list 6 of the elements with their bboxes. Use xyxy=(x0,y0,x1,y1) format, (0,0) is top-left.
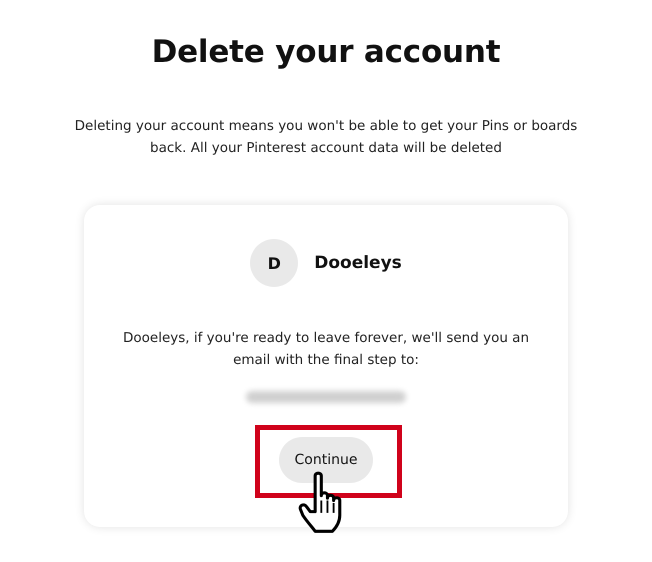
continue-button[interactable]: Continue xyxy=(278,437,374,483)
avatar: D xyxy=(250,239,298,287)
page-title: Delete your account xyxy=(152,34,500,70)
username: Dooeleys xyxy=(314,253,402,273)
description-text: Deleting your account means you won't be able to get your Pins or boards back. All your Pinterest account data will be deleted xyxy=(74,117,578,158)
confirmation-message: Dooeleys, if you're ready to leave forever, we'll send you an email with the final step to: xyxy=(122,329,530,370)
